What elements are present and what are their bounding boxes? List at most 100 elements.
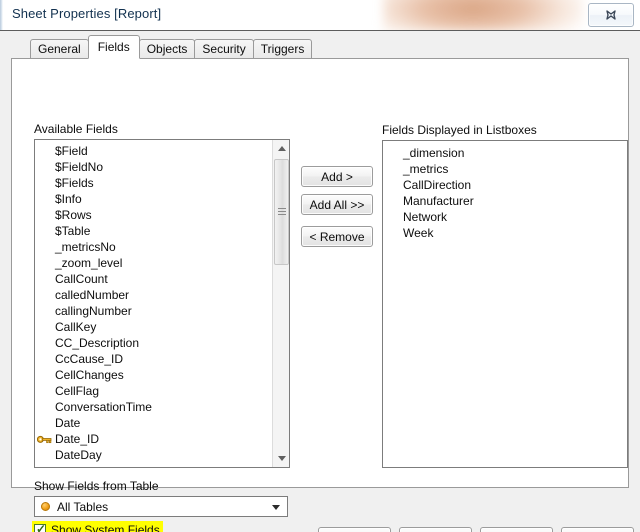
scrollbar-thumb[interactable] [274, 159, 289, 265]
list-item-label: Date_ID [55, 432, 100, 446]
list-item[interactable]: CallKey [35, 319, 271, 335]
show-system-fields-checkbox-row[interactable]: ✓ Show System Fields [32, 521, 163, 532]
list-item-label: CallKey [55, 320, 97, 334]
list-item-label: _metrics [403, 162, 449, 176]
primary-key-icon [37, 435, 52, 444]
list-item-label: _metricsNo [55, 240, 116, 254]
list-item[interactable]: $Rows [35, 207, 271, 223]
available-fields-label: Available Fields [34, 122, 118, 136]
window-titlebar: Sheet Properties [Report] [0, 0, 640, 30]
show-system-fields-label-rest: how System Fields [59, 522, 160, 532]
show-fields-from-table-combobox[interactable]: All Tables [34, 496, 288, 517]
list-item[interactable]: _zoom_level [35, 255, 271, 271]
dialog-client-area: General Fields Objects Security Triggers… [0, 30, 640, 532]
show-system-fields-accel: S [51, 522, 60, 532]
list-item[interactable]: CellFlag [35, 383, 271, 399]
tab-fields-label: Fields [97, 40, 130, 54]
list-item[interactable]: calledNumber [35, 287, 271, 303]
list-item-label: Network [403, 210, 448, 224]
list-item[interactable]: CellChanges [35, 367, 271, 383]
list-item-label: CallCount [55, 272, 108, 286]
tab-security-label: Security [202, 42, 246, 56]
list-item[interactable]: DateDay [35, 447, 271, 463]
list-item[interactable]: CcCause_ID [35, 351, 271, 367]
list-item[interactable]: _metrics [383, 161, 627, 177]
list-item-label: DateDay [55, 448, 102, 462]
list-item[interactable]: $Info [35, 191, 271, 207]
list-item-label: Manufacturer [403, 194, 474, 208]
show-system-fields-label: Show System Fields [51, 523, 160, 532]
add-button[interactable]: Add > [301, 166, 373, 187]
list-item[interactable]: Week [383, 225, 627, 241]
list-item-label: $Field [55, 144, 88, 158]
apply-button[interactable]: Apply [480, 527, 553, 532]
list-item[interactable]: _metricsNo [35, 239, 271, 255]
list-item-label: calledNumber [55, 288, 130, 302]
chevron-down-icon [272, 505, 280, 510]
glass-edge [0, 0, 3, 30]
list-item[interactable]: $FieldNo [35, 159, 271, 175]
list-item[interactable]: Date [35, 415, 271, 431]
list-item-label: _dimension [403, 146, 465, 160]
tab-objects-label: Objects [146, 42, 188, 56]
list-item[interactable]: Manufacturer [383, 193, 627, 209]
aero-glass-background [383, 0, 583, 30]
scrollbar-grip-icon [278, 208, 286, 215]
displayed-fields-listbox[interactable]: _dimension _metrics CallDirection Manufactu… [382, 140, 628, 468]
sheet-properties-dialog: Sheet Properties [Report] General Fields… [0, 0, 640, 532]
window-title: Sheet Properties [Report] [12, 6, 162, 21]
list-item[interactable]: $Fields [35, 175, 271, 191]
ok-button[interactable]: OK [318, 527, 391, 532]
list-item-label: CellFlag [55, 384, 100, 398]
checkmark-icon: ✓ [36, 521, 47, 532]
show-fields-from-table-label: Show Fields from Table [34, 479, 159, 493]
list-item[interactable]: callingNumber [35, 303, 271, 319]
remove-button[interactable]: < Remove [301, 226, 373, 247]
list-item[interactable]: Date_ID [35, 431, 271, 447]
available-fields-scrollbar[interactable] [272, 140, 289, 467]
tab-triggers[interactable]: Triggers [252, 39, 313, 59]
cancel-button[interactable]: Cancel [399, 527, 472, 532]
list-item[interactable]: Network [383, 209, 627, 225]
tab-triggers-label: Triggers [260, 42, 305, 56]
up-arrow-icon [277, 146, 286, 151]
available-fields-items: $Field $FieldNo $Fields $Info $Rows $Table _me… [35, 140, 271, 467]
add-all-button-label: Add All >> [309, 197, 365, 212]
close-button[interactable] [588, 3, 634, 27]
list-item-label: CC_Description [55, 336, 140, 350]
scrollbar-up-button[interactable] [273, 140, 289, 157]
tab-objects[interactable]: Objects [138, 39, 196, 59]
list-item-label: Date [55, 416, 81, 430]
list-item-label: $Table [55, 224, 91, 238]
list-item-label: CallDirection [403, 178, 472, 192]
close-icon [589, 4, 633, 26]
add-button-label: Add > [321, 169, 353, 184]
list-item-label: _zoom_level [55, 256, 123, 270]
available-fields-listbox[interactable]: $Field $FieldNo $Fields $Info $Rows $Table _me… [34, 139, 290, 468]
list-item-label: Week [403, 226, 434, 240]
help-button[interactable]: Help [561, 527, 634, 532]
tab-fields[interactable]: Fields [87, 35, 140, 59]
list-item[interactable]: CC_Description [35, 335, 271, 351]
list-item-label: $FieldNo [55, 160, 104, 174]
tab-general-label: General [38, 42, 81, 56]
list-item[interactable]: CallDirection [383, 177, 627, 193]
displayed-fields-label: Fields Displayed in Listboxes [382, 123, 537, 137]
list-item-label: CcCause_ID [55, 352, 124, 366]
down-arrow-icon [277, 456, 286, 461]
add-all-button[interactable]: Add All >> [301, 194, 373, 215]
tab-security[interactable]: Security [194, 39, 254, 59]
tab-general[interactable]: General [30, 39, 89, 59]
list-item[interactable]: ConversationTime [35, 399, 271, 415]
list-item[interactable]: $Table [35, 223, 271, 239]
scrollbar-down-button[interactable] [273, 450, 289, 467]
show-system-fields-checkbox[interactable]: ✓ [34, 521, 47, 532]
list-item-label: callingNumber [55, 304, 132, 318]
list-item[interactable]: CallCount [35, 271, 271, 287]
remove-button-label: < Remove [309, 229, 365, 244]
show-fields-from-table-value: All Tables [57, 500, 109, 514]
list-item[interactable]: _dimension [383, 145, 627, 161]
list-item-label: ConversationTime [55, 400, 152, 414]
tabstrip: General Fields Objects Security Triggers [30, 35, 313, 59]
list-item[interactable]: $Field [35, 143, 271, 159]
